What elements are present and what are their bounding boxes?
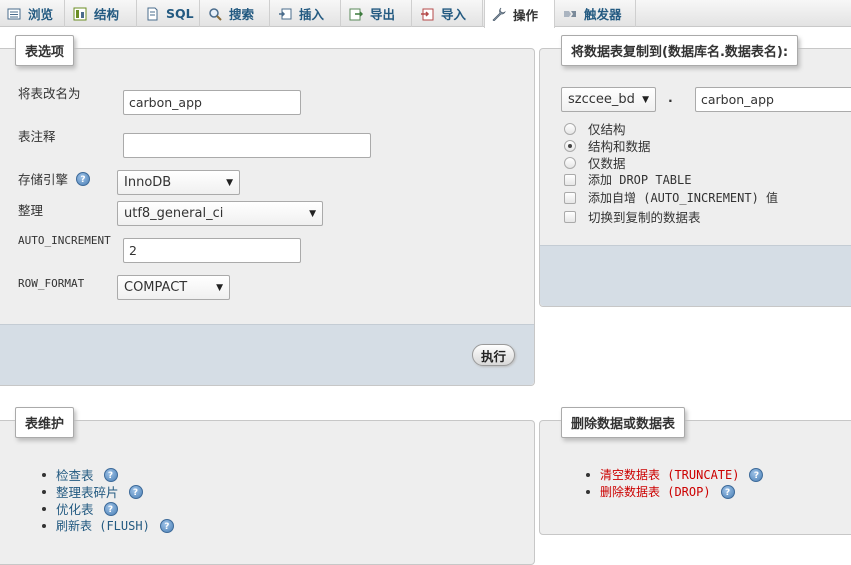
checkbox[interactable]	[564, 210, 576, 223]
maintenance-legend: 表维护	[15, 407, 75, 438]
collation-select[interactable]: utf8_general_ci ▼	[117, 201, 323, 226]
triggers-icon	[562, 6, 578, 22]
table-options-footer	[0, 324, 534, 385]
execute-button[interactable]: 执行	[472, 344, 515, 366]
list-item: 整理表碎片 ?	[42, 483, 174, 500]
option-add-auto-increment[interactable]: 添加自增 (AUTO_INCREMENT) 值	[564, 189, 778, 206]
engine-label-row: 存储引擎 ?	[18, 169, 91, 188]
sql-icon	[144, 6, 160, 22]
maintenance-list: 检查表 ? 整理表碎片 ? 优化表 ? 刷新表 (FLUSH) ?	[42, 466, 174, 534]
delete-list: 清空数据表 (TRUNCATE) ? 删除数据表 (DROP) ?	[585, 466, 764, 500]
tab-structure[interactable]: 结构	[66, 0, 137, 27]
dropdown-arrow-icon: ▼	[226, 177, 233, 188]
tab-operations[interactable]: 操作	[484, 0, 555, 28]
tab-triggers[interactable]: 触发器	[556, 0, 636, 27]
flush-table-link[interactable]: 刷新表 (FLUSH)	[56, 517, 150, 534]
option-data-only[interactable]: 仅数据	[564, 153, 626, 172]
checkbox[interactable]	[564, 191, 576, 204]
option-add-drop-table[interactable]: 添加 DROP TABLE	[564, 171, 691, 188]
wrench-icon	[491, 6, 507, 22]
comment-label: 表注释	[18, 129, 56, 144]
browse-icon	[6, 6, 22, 22]
list-item: 刷新表 (FLUSH) ?	[42, 517, 174, 534]
dropdown-arrow-icon: ▼	[309, 208, 316, 219]
delete-legend: 删除数据或数据表	[561, 407, 686, 438]
dropdown-arrow-icon: ▼	[642, 94, 649, 105]
tab-sql[interactable]: SQL	[138, 0, 200, 27]
engine-label: 存储引擎	[18, 172, 69, 187]
collation-label: 整理	[18, 203, 44, 218]
radio-button[interactable]	[564, 156, 576, 169]
target-table-input[interactable]: carbon_app	[695, 87, 851, 112]
checkbox[interactable]	[564, 173, 576, 186]
help-icon[interactable]: ?	[128, 484, 143, 499]
list-item: 优化表 ?	[42, 499, 174, 518]
dropdown-arrow-icon: ▼	[216, 282, 223, 293]
radio-button-selected[interactable]	[564, 139, 576, 152]
structure-icon	[72, 6, 88, 22]
export-icon	[348, 6, 364, 22]
tab-export[interactable]: 导出	[342, 0, 412, 27]
insert-icon	[277, 6, 293, 22]
list-item: 清空数据表 (TRUNCATE) ?	[585, 466, 764, 483]
help-icon[interactable]: ?	[103, 501, 118, 516]
list-item: 检查表 ?	[42, 466, 174, 483]
separator-dot: .	[668, 90, 673, 105]
truncate-table-link[interactable]: 清空数据表 (TRUNCATE)	[600, 466, 739, 483]
copy-table-legend: 将数据表复制到(数据库名.数据表名):	[561, 35, 799, 66]
help-icon[interactable]: ?	[159, 518, 174, 533]
drop-table-link[interactable]: 删除数据表 (DROP)	[600, 483, 711, 500]
tab-import[interactable]: 导入	[413, 0, 483, 27]
tab-insert[interactable]: 插入	[271, 0, 341, 27]
rename-label: 将表改名为	[18, 86, 81, 101]
copy-table-footer	[540, 245, 851, 306]
auto-increment-label: AUTO_INCREMENT	[18, 234, 111, 247]
rename-input[interactable]: carbon_app	[123, 90, 301, 115]
help-icon[interactable]: ?	[749, 467, 764, 482]
comment-input[interactable]	[123, 133, 371, 158]
table-options-legend: 表选项	[15, 35, 75, 66]
search-icon	[207, 6, 223, 22]
tab-bar: 浏览 结构 SQL 搜索 插入 导出 导入 操作 触发器	[0, 0, 851, 28]
radio-button[interactable]	[564, 122, 576, 135]
help-icon[interactable]: ?	[76, 171, 91, 186]
target-database-select[interactable]: szccee_bd ▼	[561, 87, 656, 112]
list-item: 删除数据表 (DROP) ?	[585, 483, 763, 500]
engine-select[interactable]: InnoDB ▼	[117, 170, 240, 195]
tab-search[interactable]: 搜索	[201, 0, 270, 27]
row-format-select[interactable]: COMPACT ▼	[117, 275, 230, 300]
tab-browse[interactable]: 浏览	[0, 0, 65, 27]
optimize-table-link[interactable]: 优化表	[56, 499, 94, 518]
import-icon	[419, 6, 435, 22]
auto-increment-input[interactable]: 2	[123, 238, 301, 263]
help-icon[interactable]: ?	[720, 484, 735, 499]
row-format-label: ROW_FORMAT	[18, 277, 85, 290]
option-switch-to-copied[interactable]: 切换到复制的数据表	[564, 207, 701, 226]
help-icon[interactable]: ?	[103, 467, 118, 482]
